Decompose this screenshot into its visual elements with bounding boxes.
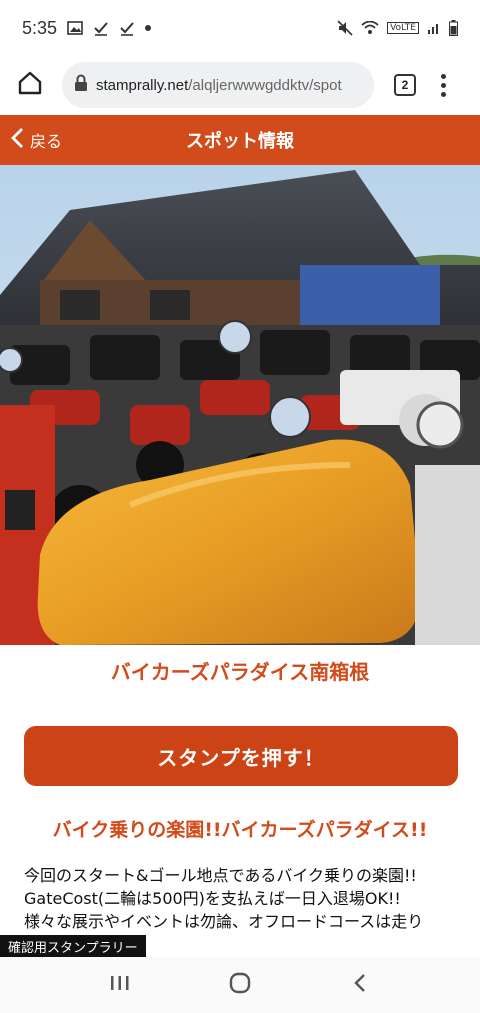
recents-icon xyxy=(109,973,131,997)
dot-icon xyxy=(145,25,152,31)
url-text: stamprally.net/alqljerwwwgddktv/spot xyxy=(96,77,342,94)
home-icon xyxy=(17,70,43,100)
toast-label: 確認用スタンプラリー xyxy=(0,935,146,957)
description-line: GateCost(二輪は500円)を支払えば一日入退場OK!! xyxy=(24,889,401,908)
battery-icon xyxy=(449,20,458,36)
recents-button[interactable] xyxy=(100,965,140,1005)
home-button[interactable] xyxy=(10,65,50,105)
description-line: 様々な展示やイベントは勿論、オフロードコースは走り xyxy=(24,912,424,931)
system-nav-bar xyxy=(0,957,480,1013)
status-bar: 5:35 VoLTE xyxy=(0,0,480,56)
more-vert-icon[interactable] xyxy=(438,73,448,97)
wifi-icon xyxy=(361,21,379,35)
lock-icon xyxy=(74,74,88,96)
back-button[interactable]: 戻る xyxy=(10,115,62,165)
back-label: 戻る xyxy=(30,132,63,151)
description-line: 今回のスタート&ゴール地点であるバイク乗りの楽園!! xyxy=(24,866,417,885)
back-chevron-icon xyxy=(10,127,24,153)
back-nav-button[interactable] xyxy=(340,965,380,1005)
app-header: 戻る スポット情報 xyxy=(0,115,480,165)
browser-toolbar: stamprally.net/alqljerwwwgddktv/spot 2 xyxy=(0,56,480,114)
spot-photo xyxy=(0,165,480,645)
stamp-button[interactable]: スタンプを押す！ xyxy=(24,726,458,786)
volte-badge: VoLTE xyxy=(387,22,419,34)
gallery-icon xyxy=(67,20,83,36)
spot-description: 今回のスタート&ゴール地点であるバイク乗りの楽園!! GateCost(二輪は5… xyxy=(24,864,464,933)
back-arrow-icon xyxy=(353,972,367,998)
download-done-icon xyxy=(93,20,109,36)
signal-icon xyxy=(427,21,441,35)
spot-catchphrase: バイク乗りの楽園!!バイカーズパラダイス!! xyxy=(52,819,428,841)
spot-name: バイカーズパラダイス南箱根 xyxy=(110,660,370,684)
page-title: スポット情報 xyxy=(186,131,294,152)
home-nav-button[interactable] xyxy=(220,965,260,1005)
tabs-button[interactable]: 2 xyxy=(394,74,416,96)
url-bar[interactable]: stamprally.net/alqljerwwwgddktv/spot xyxy=(62,62,374,108)
url-host: stamprally.net xyxy=(96,76,189,94)
status-time: 5:35 xyxy=(22,17,58,38)
download-done-icon-2 xyxy=(119,20,135,36)
home-circle-icon xyxy=(228,971,252,999)
url-path: /alqljerwwwgddktv/spot xyxy=(188,76,342,94)
mute-icon xyxy=(337,20,353,36)
